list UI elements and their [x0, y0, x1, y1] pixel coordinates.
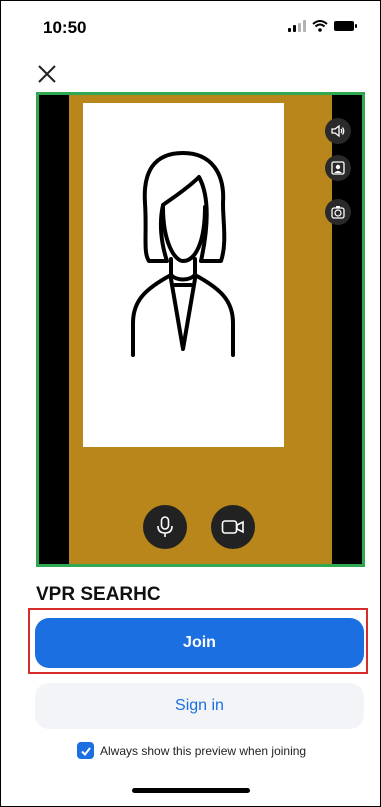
switch-camera-icon	[331, 206, 345, 219]
join-preview-screen: 10:50 VPR SEARHC Join Sign in Always sho…	[0, 0, 381, 807]
microphone-button[interactable]	[143, 505, 187, 549]
signal-icon	[288, 20, 306, 32]
avatar-card	[83, 103, 284, 447]
speaker-button[interactable]	[325, 118, 351, 144]
join-button[interactable]: Join	[35, 618, 364, 668]
check-icon	[80, 746, 91, 756]
status-icons	[288, 20, 358, 32]
switch-camera-button[interactable]	[325, 199, 351, 225]
home-indicator	[132, 788, 250, 793]
sign-in-button[interactable]: Sign in	[35, 683, 364, 729]
camera-preview	[36, 92, 365, 567]
preview-preference: Always show this preview when joining	[77, 742, 306, 759]
portrait-mode-button[interactable]	[325, 155, 351, 181]
always-show-preview-label: Always show this preview when joining	[100, 743, 307, 758]
portrait-icon	[331, 161, 345, 175]
status-time: 10:50	[43, 18, 87, 37]
camera-button[interactable]	[211, 505, 255, 549]
speaker-icon	[331, 124, 345, 138]
wifi-icon	[312, 20, 328, 32]
close-icon[interactable]	[36, 63, 58, 85]
camera-icon	[221, 520, 244, 534]
microphone-icon	[157, 516, 173, 537]
meeting-title: VPR SEARHC	[36, 584, 161, 605]
battery-icon	[334, 21, 357, 31]
avatar-icon	[131, 151, 235, 357]
status-bar: 10:50	[1, 1, 380, 49]
preview-letterbox-left	[39, 95, 69, 564]
always-show-preview-checkbox[interactable]	[77, 742, 94, 759]
